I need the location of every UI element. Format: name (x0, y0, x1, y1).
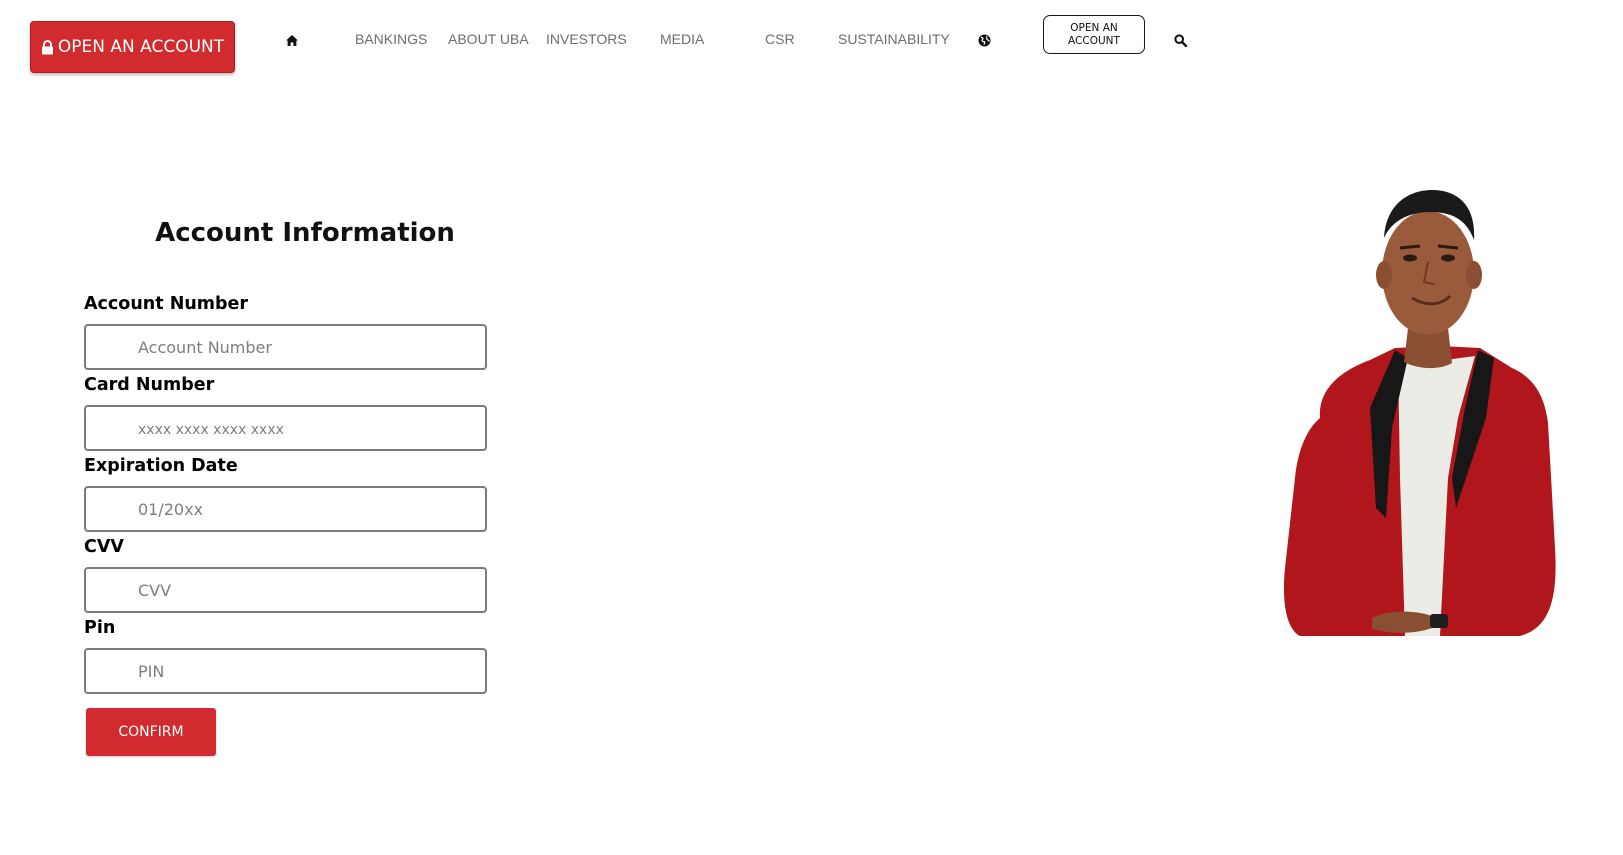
nav-link-media[interactable]: MEDIA (660, 31, 704, 47)
nav-link-investors[interactable]: INVESTORS (546, 31, 627, 47)
globe-icon[interactable] (978, 34, 991, 47)
nav-link-sustainability[interactable]: SUSTAINABILITY (838, 31, 950, 47)
open-account-button[interactable]: OPEN AN ACCOUNT (30, 21, 235, 73)
expiration-date-input[interactable] (84, 486, 487, 532)
pin-input[interactable] (84, 648, 487, 694)
confirm-button[interactable]: CONFIRM (86, 708, 216, 756)
nav-link-csr[interactable]: CSR (765, 31, 795, 47)
cvv-label: CVV (84, 537, 124, 557)
nav-link-about-uba[interactable]: ABOUT UBA (448, 31, 529, 47)
nav-link-bankings[interactable]: BANKINGS (355, 31, 427, 47)
home-icon[interactable] (286, 35, 298, 46)
card-number-label: Card Number (84, 375, 215, 395)
open-account-label: OPEN AN ACCOUNT (57, 37, 225, 57)
cvv-input[interactable] (84, 567, 487, 613)
account-number-input[interactable] (84, 324, 487, 370)
avatar-illustration (1283, 190, 1556, 636)
expiration-date-label: Expiration Date (84, 456, 238, 476)
lock-icon (41, 39, 53, 54)
account-number-label: Account Number (84, 294, 249, 314)
search-icon[interactable] (1174, 34, 1187, 47)
pin-label: Pin (84, 618, 116, 638)
open-account-outline-button[interactable]: OPEN AN ACCOUNT (1043, 15, 1145, 54)
form-title: Account Information (155, 218, 455, 248)
card-number-input[interactable] (84, 405, 487, 451)
